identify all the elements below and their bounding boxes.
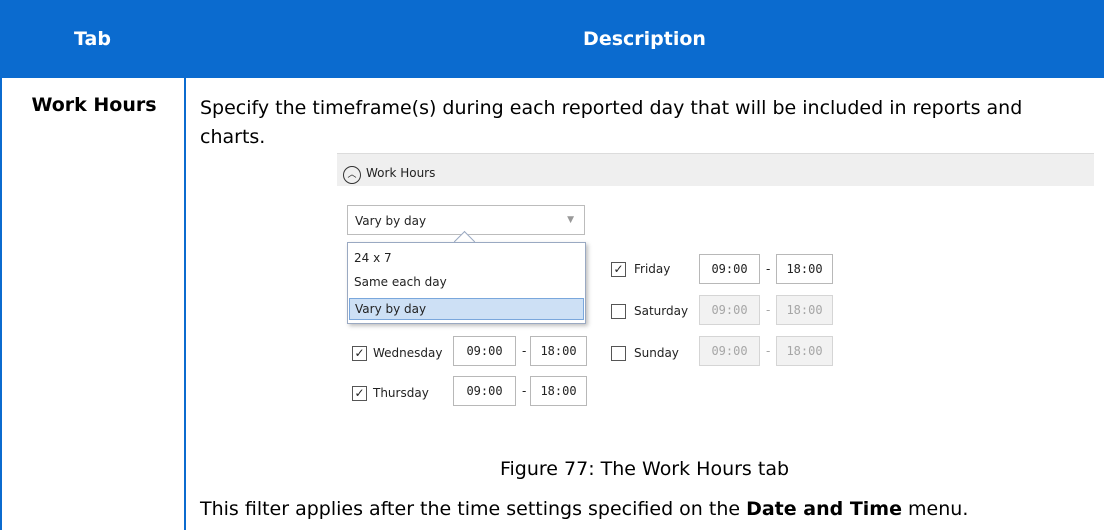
footnote-menu-name: Date and Time <box>746 498 902 520</box>
header-description: Description <box>583 28 706 50</box>
checkbox-thursday[interactable]: ✓ <box>352 386 367 401</box>
time-separator: - <box>766 303 771 317</box>
footnote: This filter applies after the time setti… <box>200 498 968 520</box>
time-separator: - <box>522 384 527 398</box>
chevron-up-icon[interactable]: ︿ <box>343 166 361 184</box>
footnote-prefix: This filter applies after the time setti… <box>200 498 747 520</box>
checkbox-friday[interactable]: ✓ <box>611 262 626 277</box>
table-left-border <box>0 78 2 530</box>
checkbox-wednesday[interactable]: ✓ <box>352 346 367 361</box>
footnote-suffix: menu. <box>902 498 969 520</box>
time-separator: - <box>766 344 771 358</box>
day-label-saturday: Saturday <box>634 304 689 318</box>
section-header[interactable]: ︿ Work Hours <box>337 153 1094 186</box>
row-description: Specify the timeframe(s) during each rep… <box>200 97 1023 148</box>
dropdown-option[interactable]: 24 x 7 <box>354 251 392 265</box>
select-value: Vary by day <box>355 214 427 228</box>
checkbox-sunday[interactable] <box>611 346 626 361</box>
end-time-sunday[interactable]: 18:00 <box>776 336 833 366</box>
day-label-wednesday: Wednesday <box>373 346 443 360</box>
row-label: Work Hours <box>31 94 157 116</box>
start-time-wednesday[interactable]: 09:00 <box>453 336 516 366</box>
end-time-saturday[interactable]: 18:00 <box>776 295 833 325</box>
time-separator: - <box>522 344 527 358</box>
checkbox-saturday[interactable] <box>611 304 626 319</box>
section-title: Work Hours <box>366 166 436 180</box>
end-time-wednesday[interactable]: 18:00 <box>530 336 587 366</box>
start-time-saturday[interactable]: 09:00 <box>699 295 760 325</box>
work-hours-mode-select[interactable]: Vary by day ▼ <box>347 205 585 235</box>
table-header: Tab Description <box>0 0 1104 78</box>
day-label-friday: Friday <box>634 262 671 276</box>
day-label-sunday: Sunday <box>634 346 679 360</box>
feature-table: Tab Description Work Hours Specify the t… <box>0 0 1104 530</box>
day-label-thursday: Thursday <box>373 386 429 400</box>
chevron-down-icon[interactable]: ▼ <box>567 215 574 225</box>
time-separator: - <box>766 262 771 276</box>
dropdown-option-selected[interactable]: Vary by day <box>349 298 584 320</box>
figure-caption: Figure 77: The Work Hours tab <box>499 458 790 480</box>
start-time-thursday[interactable]: 09:00 <box>453 376 516 406</box>
end-time-thursday[interactable]: 18:00 <box>530 376 587 406</box>
end-time-friday[interactable]: 18:00 <box>776 254 833 284</box>
header-tab: Tab <box>74 28 111 50</box>
work-hours-screenshot: ︿ Work Hours Vary by day ▼ ✓ Wednesday 0… <box>337 150 1094 420</box>
dropdown-menu: 24 x 7 Same each day Vary by day <box>347 242 586 324</box>
dropdown-option[interactable]: Same each day <box>354 275 447 289</box>
start-time-sunday[interactable]: 09:00 <box>699 336 760 366</box>
start-time-friday[interactable]: 09:00 <box>699 254 760 284</box>
